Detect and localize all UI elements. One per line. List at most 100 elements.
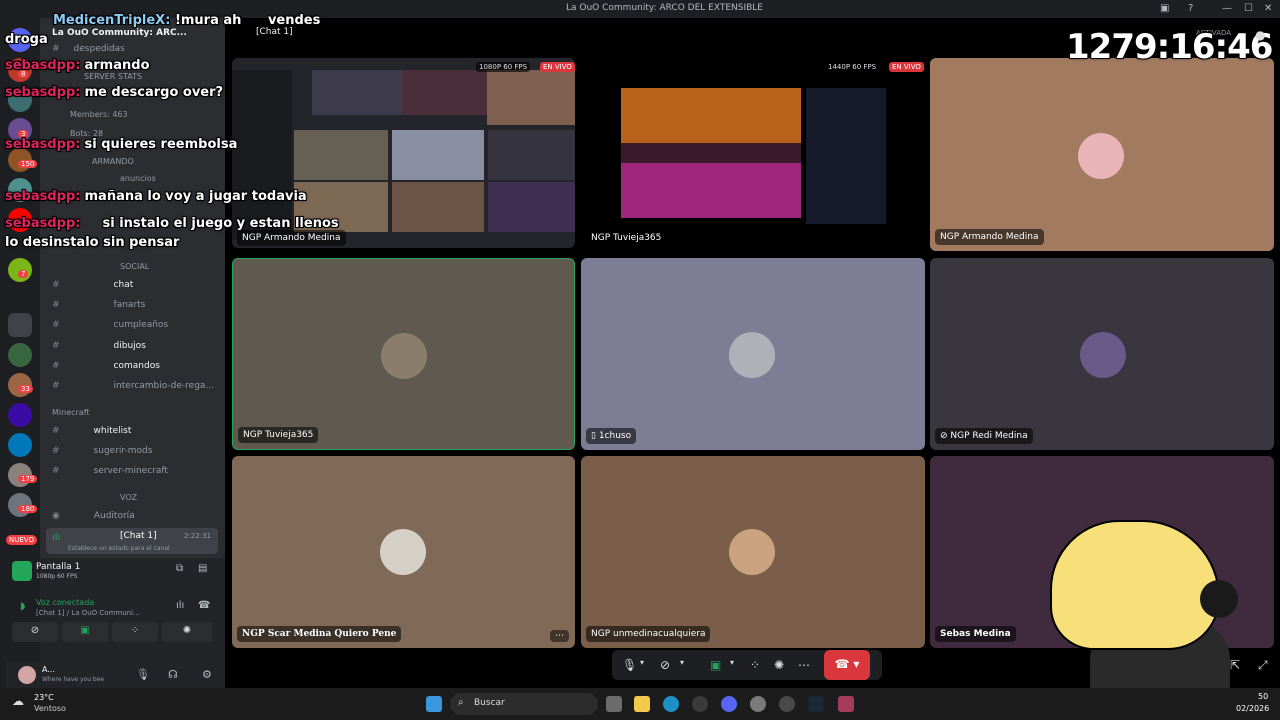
channel-sidebar: La OuO Community: ARC... # despedidas SER… xyxy=(6,18,225,688)
camera-off-button[interactable]: ⊘ xyxy=(12,622,58,642)
tile-name: NGP Armando Medina xyxy=(237,230,346,246)
participant-tile[interactable]: NGP unmedinacualquiera xyxy=(581,456,925,648)
app-icon[interactable] xyxy=(838,696,854,712)
participant-tile[interactable]: NGP Armando Medina xyxy=(930,58,1274,251)
player-card xyxy=(806,88,886,224)
obs-icon[interactable] xyxy=(779,696,795,712)
mic-icon[interactable]: 🎙 xyxy=(136,668,150,681)
channel-item[interactable]: # chat xyxy=(52,280,133,290)
screen-share-icon[interactable]: ▣ xyxy=(710,658,721,672)
chevron-down-icon[interactable]: ▾ xyxy=(730,658,734,667)
screen-share-quality: 1080p 60 FPS xyxy=(36,573,78,580)
voice-channel-auditoria[interactable]: ◉ Auditoría xyxy=(52,511,135,521)
task-view-icon[interactable] xyxy=(606,696,622,712)
stream-tile[interactable]: 1440P 60 FPS EN VIVO NGP Tuvieja365 xyxy=(581,58,924,248)
channel-item[interactable]: # fanarts xyxy=(52,300,145,310)
server-name[interactable]: La OuO Community: ARC... xyxy=(52,28,187,38)
tile-name: ▯ 1chuso xyxy=(586,428,637,444)
activities-button[interactable]: ⁘ xyxy=(112,622,158,642)
chevron-down-icon[interactable]: ▾ xyxy=(680,658,684,667)
call-controls: 🎙 ▾ ⊘ ▾ ▣ ▾ ⁘ ✺ ⋯ ☎ ▾ xyxy=(612,650,882,680)
close-icon[interactable]: ✕ xyxy=(1264,3,1272,14)
soundboard-icon[interactable]: ✺ xyxy=(774,658,784,672)
mic-icon[interactable]: 🎙 xyxy=(622,658,637,672)
search-icon: ⌕ xyxy=(458,697,464,708)
avatar xyxy=(1078,133,1124,179)
channel-item[interactable]: # whitelist xyxy=(52,426,131,436)
avatar xyxy=(1080,332,1126,378)
screen-share-button[interactable]: ▣ xyxy=(62,622,108,642)
channel-item[interactable]: # intercambio-de-rega... xyxy=(52,381,214,391)
user-panel: A... Where have you bee 🎙 ☊ ⚙ xyxy=(6,662,225,688)
stream-thumb xyxy=(488,130,575,180)
server-icon[interactable] xyxy=(8,313,32,337)
discord-icon[interactable] xyxy=(721,696,737,712)
participant-tile[interactable]: NGP Tuvieja365 xyxy=(232,258,575,450)
inbox-icon[interactable]: ▣ xyxy=(1160,3,1169,14)
category-social[interactable]: SOCIAL xyxy=(120,262,149,271)
gear-icon[interactable] xyxy=(750,696,766,712)
stream-thumb xyxy=(294,130,388,180)
maximize-icon[interactable]: ☐ xyxy=(1244,3,1253,14)
stream-timer: 1279:16:46 xyxy=(1066,27,1273,67)
avatar xyxy=(729,529,775,575)
unread-badge: 33 xyxy=(18,385,33,393)
chat-bubble-icon[interactable]: ● xyxy=(1255,28,1265,42)
status-hint[interactable]: Establece un estado para el canal xyxy=(68,545,170,552)
participant-tile[interactable]: ⊘ NGP Redi Medina xyxy=(930,258,1274,450)
search-label: Buscar xyxy=(474,698,505,708)
more-options-icon[interactable]: ⋯ xyxy=(798,658,810,672)
channel-item[interactable]: # despedidas xyxy=(52,44,125,54)
voice-timer: 2:22:31 xyxy=(184,532,211,540)
tile-name: NGP Scar Medina Quiero Pene xyxy=(237,626,402,642)
scoreboard-team2 xyxy=(621,163,801,218)
os-taskbar: ☁ 23°C Ventoso ⌕ Buscar 50 02/2026 xyxy=(0,688,1280,720)
help-icon[interactable]: ? xyxy=(1188,3,1193,14)
stop-share-icon[interactable]: ⧉ xyxy=(176,563,183,574)
search-box[interactable]: ⌕ Buscar xyxy=(450,693,598,715)
settings-gear-icon[interactable]: ⚙ xyxy=(202,668,212,681)
disconnect-button[interactable]: ☎ ▾ xyxy=(824,650,870,680)
server-icon[interactable] xyxy=(8,433,32,457)
category-armando[interactable]: ARMANDO xyxy=(92,157,134,166)
ccleaner-icon[interactable] xyxy=(692,696,708,712)
start-icon[interactable] xyxy=(426,696,442,712)
avatar[interactable] xyxy=(18,666,36,684)
category-minecraft[interactable]: Minecraft xyxy=(52,408,90,417)
participant-tile[interactable]: NGP Scar Medina Quiero Pene ⋯ xyxy=(232,456,575,648)
unread-badge: 180 xyxy=(18,505,38,513)
file-explorer-icon[interactable] xyxy=(634,696,650,712)
server-icon[interactable] xyxy=(8,343,32,367)
steam-icon[interactable] xyxy=(808,696,824,712)
minimize-icon[interactable]: — xyxy=(1222,3,1232,14)
channel-item[interactable]: # sugerir-mods xyxy=(52,446,152,456)
activities-icon[interactable]: ⁘ xyxy=(750,658,760,672)
channel-item[interactable]: # server-minecraft xyxy=(52,466,168,476)
signal-icon[interactable]: ◗ xyxy=(20,601,25,612)
noise-icon[interactable]: ılı xyxy=(176,600,184,611)
voice-detail[interactable]: [Chat 1] / La OuO Communi... xyxy=(36,609,140,617)
camera-off-icon[interactable]: ⊘ xyxy=(660,658,670,672)
voice-connection-panel: ◗ Voz conectada [Chat 1] / La OuO Commun… xyxy=(12,592,225,662)
channel-item[interactable]: # cumpleaños xyxy=(52,320,168,330)
channel-item[interactable]: # dibujos xyxy=(52,341,146,351)
active-voice-channel[interactable]: ılı [Chat 1] 2:22:31 Establece un estado… xyxy=(46,528,218,554)
tile-name: ⊘ NGP Redi Medina xyxy=(935,428,1033,444)
edge-icon[interactable] xyxy=(663,696,679,712)
more-options-icon[interactable]: ⋯ xyxy=(550,630,569,642)
mascot-overlay xyxy=(1050,520,1260,690)
category-voz[interactable]: VOZ xyxy=(120,493,137,502)
server-icon[interactable] xyxy=(8,403,32,427)
screen-share-label: Pantalla 1 xyxy=(36,562,81,572)
share-settings-icon[interactable]: ▤ xyxy=(198,563,207,574)
headphones-icon[interactable]: ☊ xyxy=(168,668,178,681)
weather-icon[interactable]: ☁ xyxy=(12,694,24,708)
soundboard-button[interactable]: ✺ xyxy=(162,622,212,642)
mascot-hair xyxy=(1050,520,1220,650)
channel-item[interactable]: # comandos xyxy=(52,361,160,371)
chevron-down-icon[interactable]: ▾ xyxy=(640,658,644,667)
participant-tile[interactable]: ▯ 1chuso xyxy=(581,258,925,450)
channel-anuncios[interactable]: anuncios xyxy=(120,174,156,183)
stream-thumb xyxy=(392,182,484,232)
disconnect-icon[interactable]: ☎ xyxy=(198,600,210,611)
